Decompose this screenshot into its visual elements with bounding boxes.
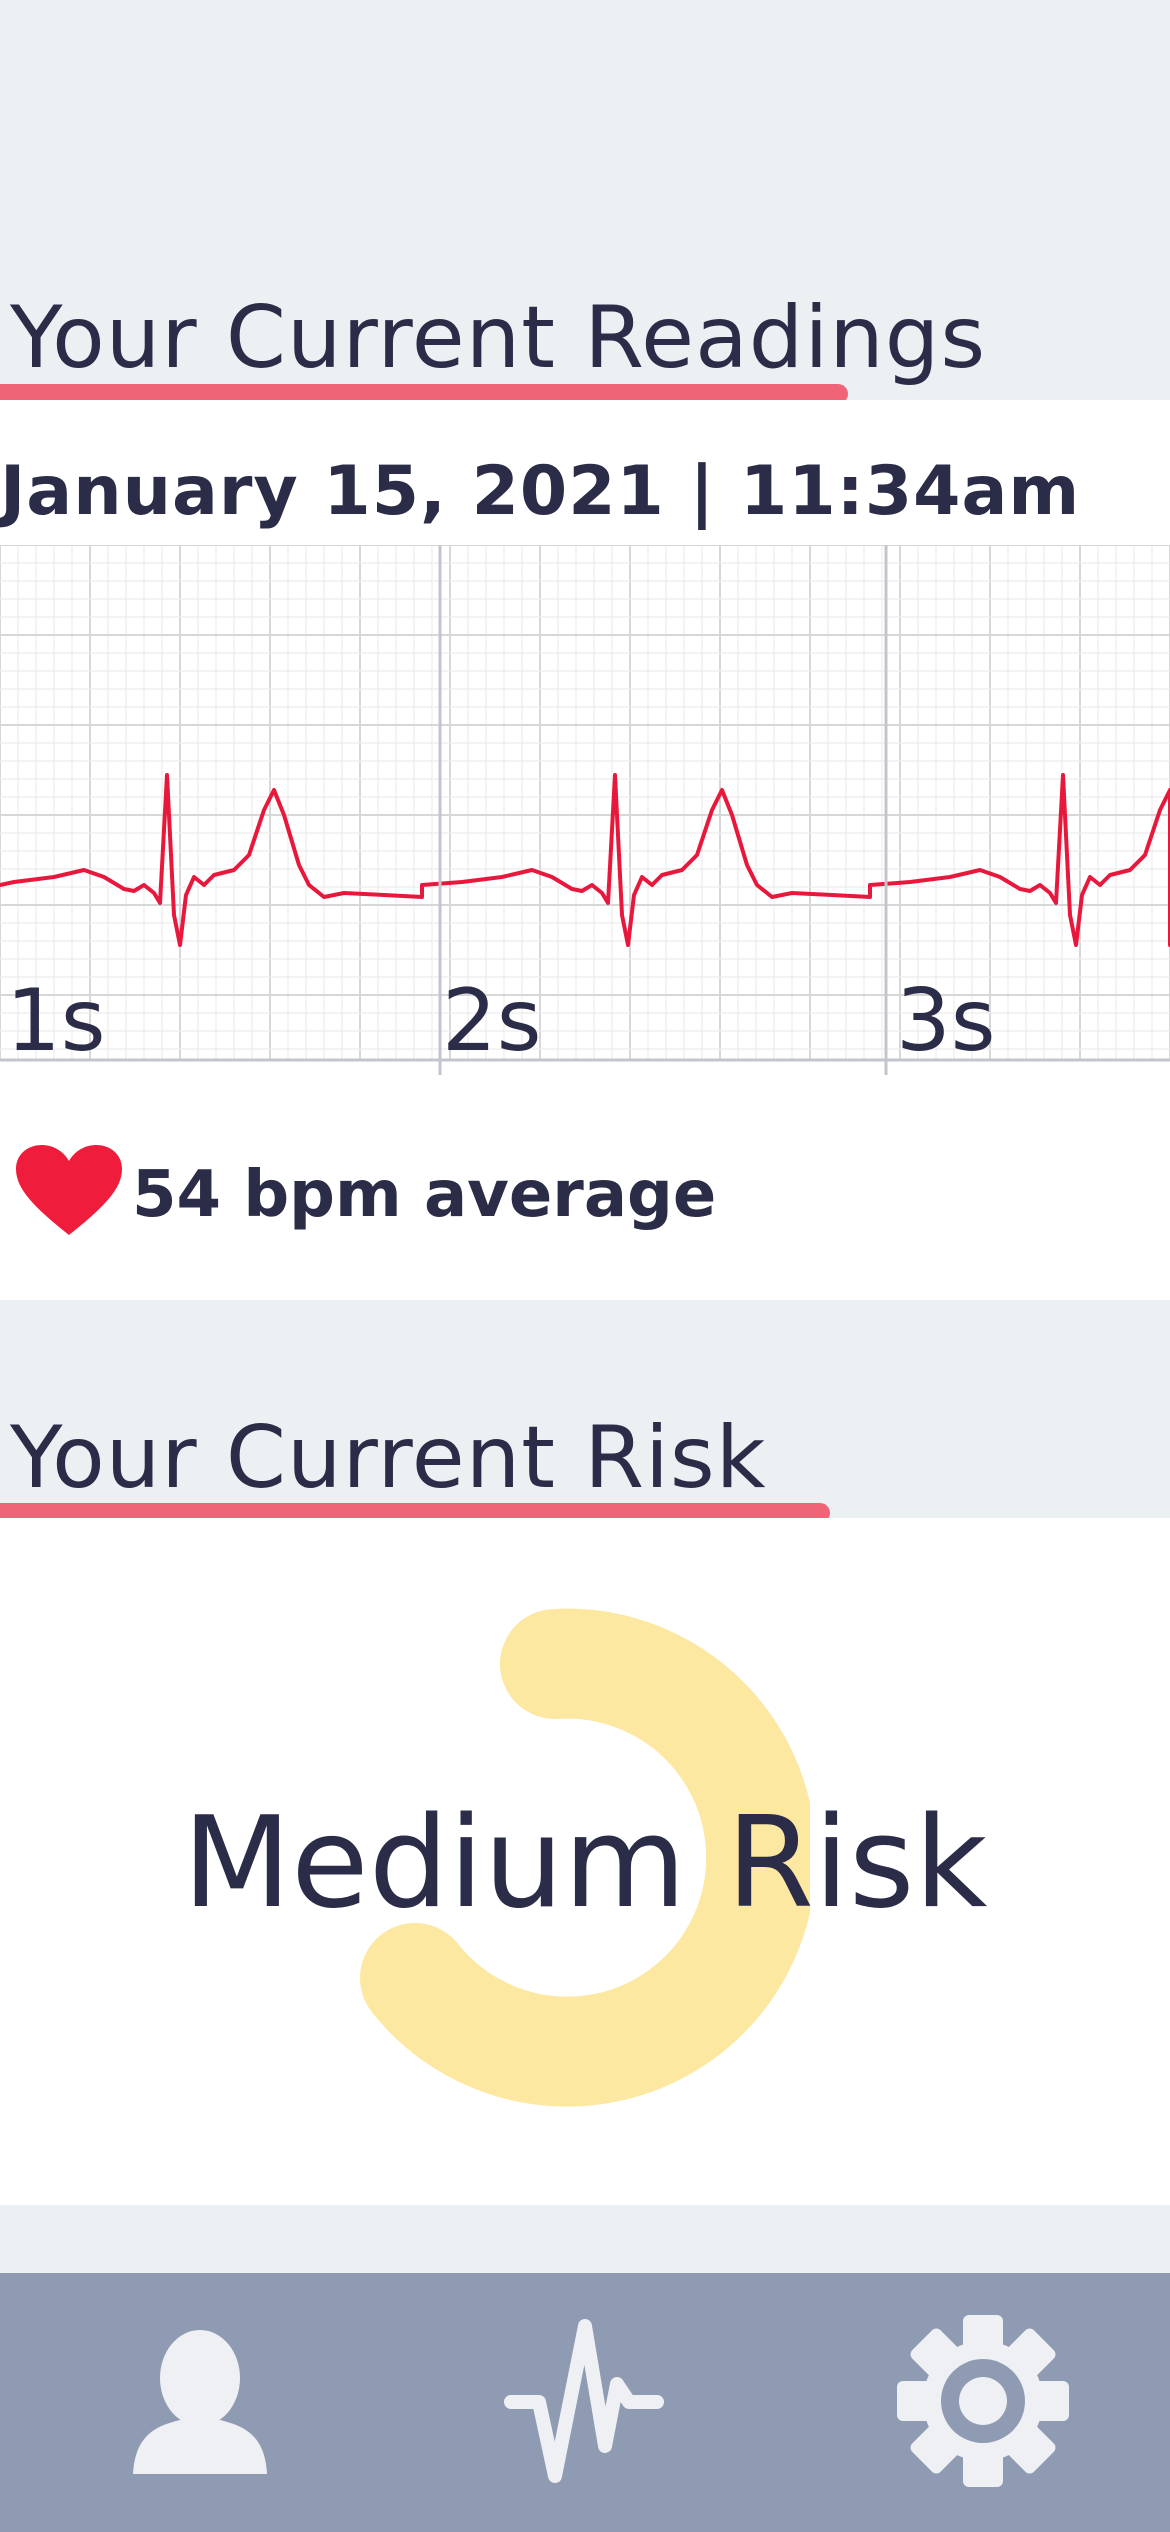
nav-profile[interactable] bbox=[110, 2313, 290, 2493]
nav-readings[interactable] bbox=[494, 2313, 674, 2493]
risk-level-label: Medium Risk bbox=[182, 1789, 988, 1936]
nav-settings[interactable] bbox=[893, 2313, 1073, 2493]
gear-icon bbox=[895, 2313, 1071, 2493]
ecg-time-label-2s: 2s bbox=[442, 971, 542, 1071]
profile-icon bbox=[125, 2326, 275, 2480]
ecg-trace bbox=[0, 773, 1170, 947]
risk-title: Your Current Risk bbox=[10, 1408, 767, 1508]
readings-card: January 15, 2021 | 11:34am 1s 2s 3s 54 b… bbox=[0, 400, 1170, 1300]
ecg-time-label-3s: 3s bbox=[896, 971, 996, 1071]
reading-timestamp: January 15, 2021 | 11:34am bbox=[0, 452, 1081, 531]
bpm-summary: 54 bpm average bbox=[14, 1145, 716, 1245]
bpm-average-text: 54 bpm average bbox=[132, 1158, 717, 1232]
bottom-navigation bbox=[0, 2273, 1170, 2532]
heartbeat-icon bbox=[499, 2316, 669, 2490]
readings-title: Your Current Readings bbox=[10, 288, 987, 388]
heart-icon bbox=[14, 1143, 124, 1247]
ecg-time-label-1s: 1s bbox=[6, 971, 106, 1071]
ecg-chart: 1s 2s 3s bbox=[0, 545, 1170, 1075]
